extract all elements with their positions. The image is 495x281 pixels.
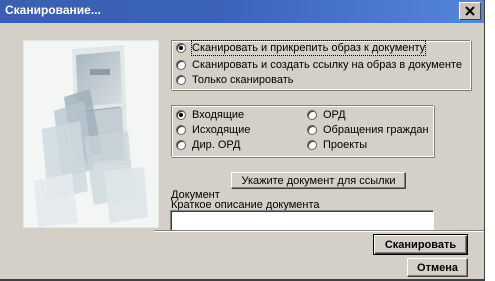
window-title: Сканирование... — [5, 3, 101, 17]
close-icon — [465, 6, 475, 16]
radio-dir-ord-dot[interactable] — [176, 140, 186, 150]
title-bar[interactable]: Сканирование... — [0, 0, 484, 23]
radio-dir-ord-label: Дир. ОРД — [192, 139, 241, 151]
radio-projects-label: Проекты — [323, 139, 368, 151]
doc-type-group: Входящие Исходящие Дир. ОРД ОРД Обращени… — [171, 105, 434, 157]
radio-ord-dot[interactable] — [307, 110, 317, 120]
radio-create-link-label: Сканировать и создать ссылку на образ в … — [192, 59, 462, 71]
radio-scan-only[interactable]: Только сканировать — [176, 73, 294, 87]
radio-scan-only-label: Только сканировать — [192, 74, 294, 86]
radio-projects[interactable]: Проекты — [307, 138, 367, 152]
radio-citizen-requests-dot[interactable] — [307, 125, 317, 135]
radio-ord[interactable]: ОРД — [307, 108, 346, 122]
scan-dialog: Сканирование... Сканировать и прикрепить… — [0, 0, 485, 281]
radio-citizen-requests[interactable]: Обращения граждан — [307, 123, 429, 137]
radio-incoming[interactable]: Входящие — [176, 108, 244, 122]
radio-attach-image-label: Сканировать и прикрепить образ к докумен… — [190, 40, 427, 56]
radio-outgoing-label: Исходящие — [192, 124, 251, 136]
radio-attach-image-dot[interactable] — [176, 43, 186, 53]
radio-outgoing[interactable]: Исходящие — [176, 123, 250, 137]
close-button[interactable] — [459, 2, 481, 20]
scan-mode-group: Сканировать и прикрепить образ к докумен… — [171, 40, 471, 90]
radio-ord-label: ОРД — [323, 109, 346, 121]
radio-dir-ord[interactable]: Дир. ОРД — [176, 138, 240, 152]
select-reference-document-button[interactable]: Укажите документ для ссылки — [231, 172, 406, 189]
radio-citizen-requests-label: Обращения граждан — [323, 124, 429, 136]
radio-incoming-label: Входящие — [192, 109, 245, 121]
radio-outgoing-dot[interactable] — [176, 125, 186, 135]
divider — [154, 230, 484, 232]
cancel-button[interactable]: Отмена — [407, 258, 468, 277]
scan-button[interactable]: Сканировать — [373, 234, 468, 255]
radio-create-link[interactable]: Сканировать и создать ссылку на образ в … — [176, 58, 462, 72]
radio-scan-only-dot[interactable] — [176, 75, 186, 85]
radio-attach-image[interactable]: Сканировать и прикрепить образ к докумен… — [176, 40, 427, 56]
radio-projects-dot[interactable] — [307, 140, 317, 150]
radio-create-link-dot[interactable] — [176, 60, 186, 70]
radio-incoming-dot[interactable] — [176, 110, 186, 120]
scanner-illustration — [23, 40, 159, 228]
description-input[interactable] — [170, 210, 434, 231]
